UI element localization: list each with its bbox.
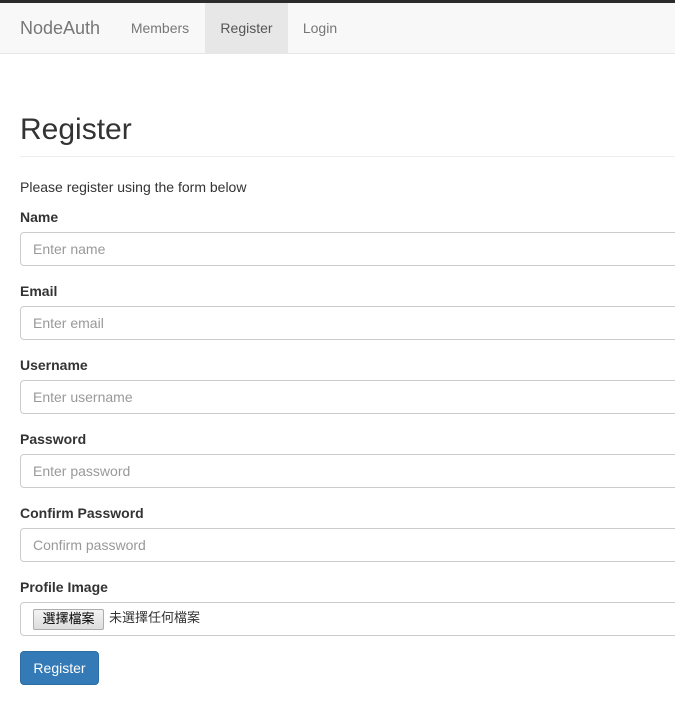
nav-link-login[interactable]: Login (288, 3, 352, 53)
name-label: Name (20, 209, 59, 225)
navbar: NodeAuth Members Register Login (0, 3, 675, 54)
confirm-password-input[interactable] (20, 528, 675, 562)
title-divider (20, 156, 675, 157)
page-title: Register (20, 113, 132, 146)
name-input[interactable] (20, 232, 675, 266)
profile-image-field[interactable]: 選擇檔案 未選擇任何檔案 (20, 602, 675, 636)
navbar-brand[interactable]: NodeAuth (20, 3, 100, 53)
password-label: Password (20, 431, 87, 447)
nav-link-register[interactable]: Register (205, 3, 288, 53)
confirm-password-label: Confirm Password (20, 505, 144, 521)
choose-file-button[interactable]: 選擇檔案 (33, 609, 104, 630)
nav-link-members[interactable]: Members (115, 3, 205, 53)
password-input[interactable] (20, 454, 675, 488)
username-input[interactable] (20, 380, 675, 414)
username-label: Username (20, 357, 88, 373)
profile-image-label: Profile Image (20, 579, 108, 595)
intro-text: Please register using the form below (20, 179, 247, 195)
email-label: Email (20, 283, 58, 299)
register-submit-button[interactable]: Register (20, 651, 99, 685)
email-input[interactable] (20, 306, 675, 340)
file-status-text: 未選擇任何檔案 (109, 611, 201, 626)
